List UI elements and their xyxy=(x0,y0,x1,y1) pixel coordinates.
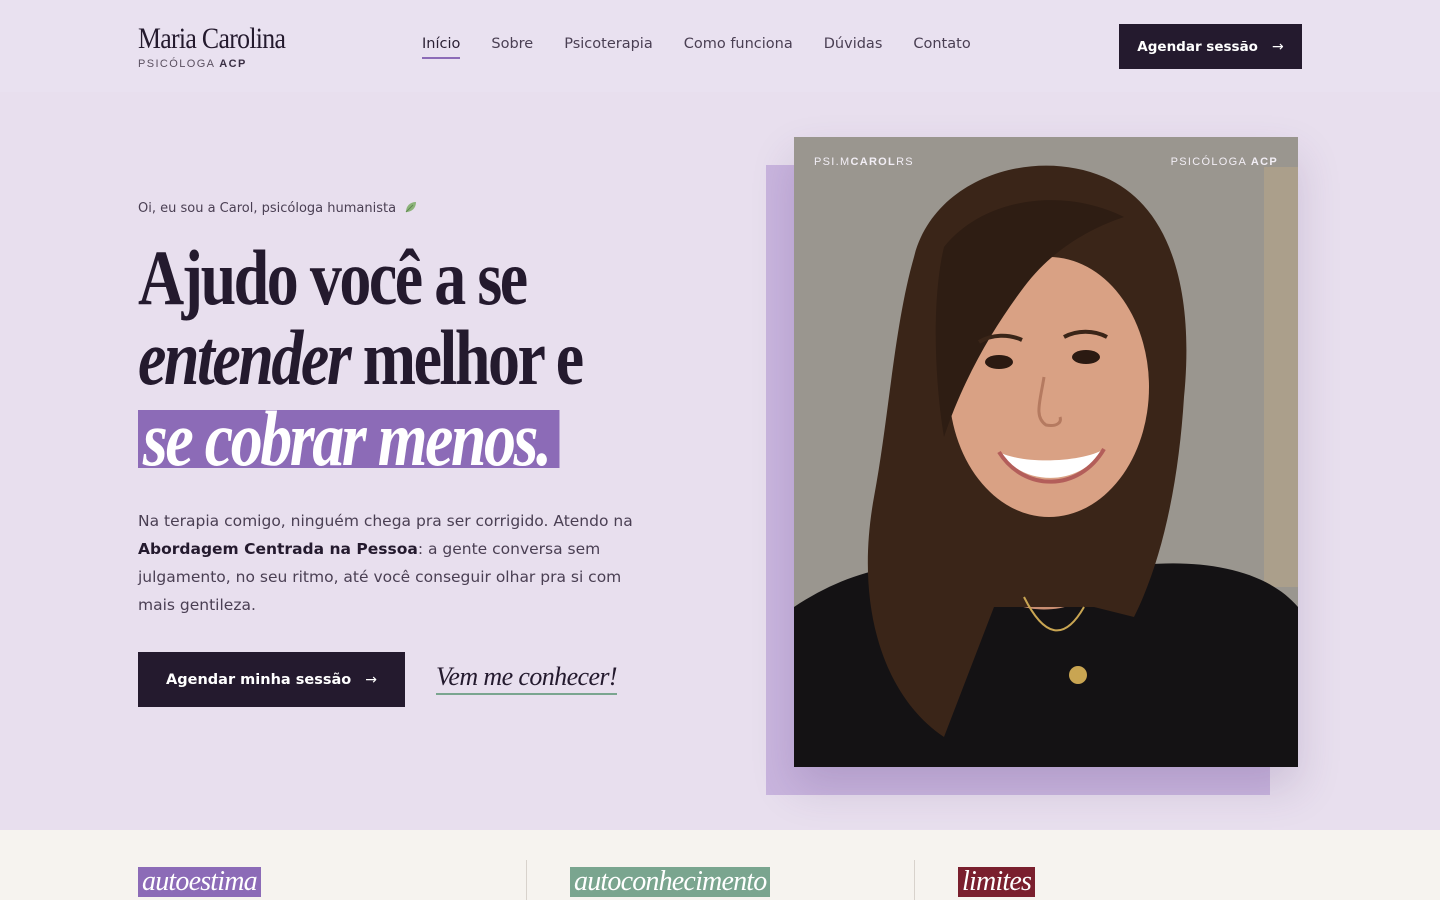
headline-line-1: Ajudo você a se xyxy=(138,234,528,321)
site-header: Maria Carolina PSICÓLOGA ACP Início Sobr… xyxy=(0,0,1440,92)
meet-me-link[interactable]: Vem me conhecer! xyxy=(436,662,618,695)
headline-line-2: entender melhor e xyxy=(138,318,646,398)
topics-band: autoestima autoconhecimento limites xyxy=(0,830,1440,900)
portrait-illustration xyxy=(794,137,1298,767)
photo-handle-bold: CAROL xyxy=(850,156,897,168)
photo-handle-tag: PSI.MCAROLRS xyxy=(814,156,914,168)
topic-autoestima: autoestima xyxy=(138,867,261,897)
nav-item-contato[interactable]: Contato xyxy=(913,36,970,58)
photo-role-prefix: PSICÓLOGA xyxy=(1170,156,1247,168)
brand-subtitle-prefix: PSICÓLOGA xyxy=(138,58,215,70)
topic-autoconhecimento: autoconhecimento xyxy=(570,867,771,897)
schedule-session-label: Agendar sessão xyxy=(1137,38,1258,55)
nav-item-inicio[interactable]: Início xyxy=(422,36,461,59)
topic-divider xyxy=(914,860,915,900)
headline-line-3: se cobrar menos. xyxy=(138,398,646,479)
hero-lead-paragraph: Na terapia comigo, ninguém chega pra ser… xyxy=(138,507,658,619)
nav-item-como-funciona[interactable]: Como funciona xyxy=(684,36,793,58)
leaf-icon xyxy=(404,200,418,218)
nav-item-sobre[interactable]: Sobre xyxy=(491,36,533,58)
headline-line-2-rest: melhor e xyxy=(349,314,584,401)
hero-headline: Ajudo você a se entender melhor e se cob… xyxy=(138,238,758,479)
photo-handle-suffix: RS xyxy=(896,156,914,168)
photo-role-tag: PSICÓLOGA ACP xyxy=(1171,156,1278,168)
headline-highlight: se cobrar menos. xyxy=(138,400,560,478)
main-nav: Início Sobre Psicoterapia Como funciona … xyxy=(422,36,1002,59)
topic-limites: limites xyxy=(958,867,1036,897)
brand-subtitle: PSICÓLOGA ACP xyxy=(138,58,309,70)
portrait-photo: PSI.MCAROLRS PSICÓLOGA ACP xyxy=(794,137,1298,767)
photo-handle-prefix: PSI.M xyxy=(814,156,851,168)
nav-item-duvidas[interactable]: Dúvidas xyxy=(824,36,883,58)
schedule-session-button[interactable]: Agendar sessão → xyxy=(1119,24,1302,69)
arrow-right-icon: → xyxy=(1271,38,1284,55)
brand-logo[interactable]: Maria Carolina PSICÓLOGA ACP xyxy=(138,22,309,70)
schedule-my-session-label: Agendar minha sessão xyxy=(166,671,352,688)
brand-subtitle-bold: ACP xyxy=(219,58,247,70)
headline-italic-word: entender xyxy=(138,314,352,401)
schedule-my-session-button[interactable]: Agendar minha sessão → xyxy=(138,652,405,707)
brand-name: Maria Carolina xyxy=(138,22,286,55)
photo-role-bold: ACP xyxy=(1250,156,1278,168)
hero-eyebrow: Oi, eu sou a Carol, psicóloga humanista xyxy=(138,200,418,218)
arrow-right-icon: → xyxy=(365,671,377,688)
lead-text-bold: Abordagem Centrada na Pessoa xyxy=(138,540,418,558)
hero-eyebrow-text: Oi, eu sou a Carol, psicóloga humanista xyxy=(138,201,397,216)
nav-item-psicoterapia[interactable]: Psicoterapia xyxy=(564,36,653,58)
lead-text-before: Na terapia comigo, ninguém chega pra ser… xyxy=(138,512,633,530)
topic-divider xyxy=(526,860,527,900)
